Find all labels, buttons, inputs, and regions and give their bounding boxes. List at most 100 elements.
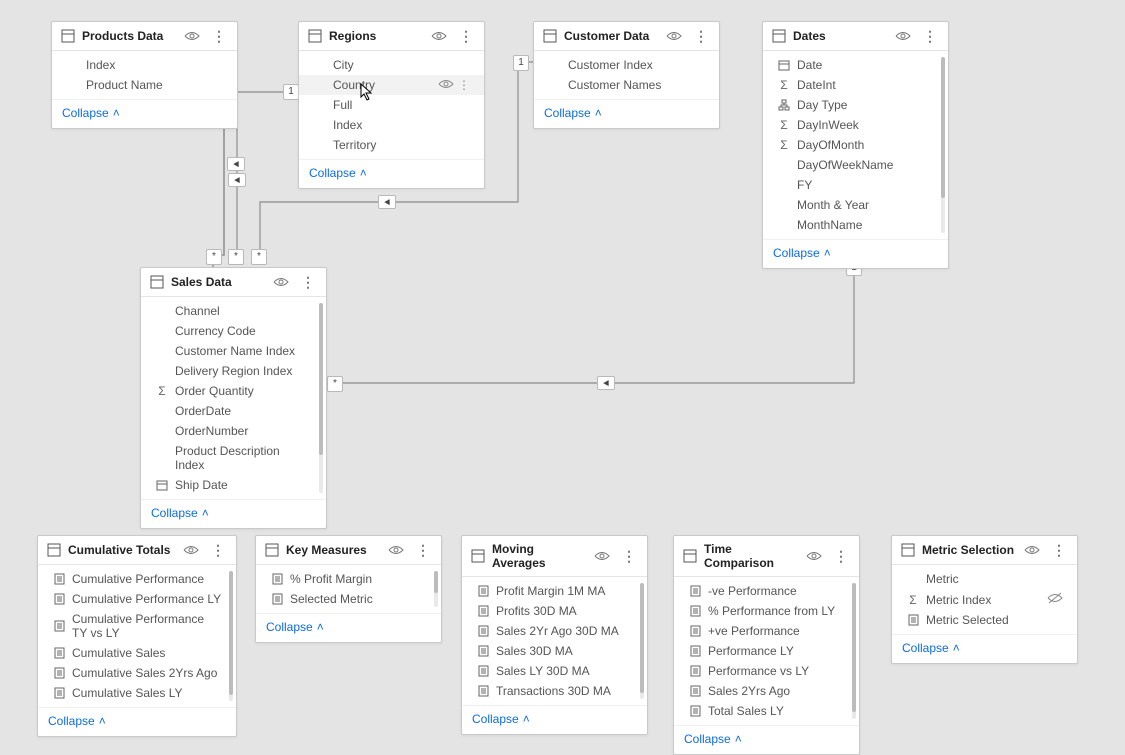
collapse-button[interactable]: Collapse˄ [462, 705, 647, 734]
visibility-icon[interactable] [892, 29, 914, 43]
more-icon[interactable]: ⋮ [831, 549, 851, 563]
scrollbar[interactable] [319, 303, 323, 493]
field-item[interactable]: MonthName [763, 215, 948, 235]
table-sales-data[interactable]: Sales Data ⋮ Channel Currency Code Custo… [140, 267, 327, 529]
field-item[interactable]: Territory [299, 135, 484, 155]
more-icon[interactable]: ⋮ [1049, 543, 1069, 557]
visibility-icon[interactable] [428, 29, 450, 43]
more-icon[interactable]: ⋮ [209, 29, 229, 43]
field-item[interactable]: Ship Date [141, 475, 326, 495]
collapse-button[interactable]: Collapse˄ [141, 499, 326, 528]
field-item[interactable]: Customer Name Index [141, 341, 326, 361]
table-header[interactable]: Time Comparison ⋮ [674, 536, 859, 577]
field-item[interactable]: Date [763, 55, 948, 75]
scrollbar[interactable] [434, 571, 438, 607]
collapse-button[interactable]: Collapse˄ [763, 239, 948, 268]
field-item[interactable]: Customer Index [534, 55, 719, 75]
table-header[interactable]: Dates ⋮ [763, 22, 948, 51]
table-header[interactable]: Regions ⋮ [299, 22, 484, 51]
field-item[interactable]: Selected Metric [256, 589, 441, 609]
field-item[interactable]: Transactions 30D MA [462, 681, 647, 701]
more-icon[interactable]: ⋮ [456, 29, 476, 43]
field-item[interactable]: Index [299, 115, 484, 135]
table-customer-data[interactable]: Customer Data ⋮ Customer Index Customer … [533, 21, 720, 129]
scrollbar[interactable] [229, 571, 233, 701]
field-item[interactable]: Cumulative Performance LY [38, 589, 236, 609]
field-item[interactable]: Profit Margin 1M MA [462, 581, 647, 601]
collapse-button[interactable]: Collapse˄ [892, 634, 1077, 663]
more-icon[interactable]: ⋮ [458, 78, 470, 92]
table-moving-averages[interactable]: Moving Averages ⋮ Profit Margin 1M MA Pr… [461, 535, 648, 735]
field-item[interactable]: Customer Names [534, 75, 719, 95]
field-item[interactable]: Profits 30D MA [462, 601, 647, 621]
field-item[interactable]: Cumulative Performance TY vs LY [38, 609, 236, 643]
scrollbar[interactable] [852, 583, 856, 719]
collapse-button[interactable]: Collapse˄ [674, 725, 859, 754]
table-header[interactable]: Sales Data ⋮ [141, 268, 326, 297]
field-item[interactable]: ΣDayInWeek [763, 115, 948, 135]
field-item[interactable]: City [299, 55, 484, 75]
field-item[interactable]: ΣMetric Index [892, 589, 1077, 610]
visibility-icon[interactable] [180, 543, 202, 557]
visibility-icon[interactable] [803, 549, 825, 563]
collapse-button[interactable]: Collapse˄ [38, 707, 236, 736]
table-header[interactable]: Key Measures ⋮ [256, 536, 441, 565]
collapse-button[interactable]: Collapse˄ [534, 99, 719, 128]
field-item[interactable]: Performance LY [674, 641, 859, 661]
table-header[interactable]: Products Data ⋮ [52, 22, 237, 51]
table-header[interactable]: Customer Data ⋮ [534, 22, 719, 51]
field-item[interactable]: ΣDateInt [763, 75, 948, 95]
field-item[interactable]: Product Name [52, 75, 237, 95]
field-item[interactable]: % Performance from LY [674, 601, 859, 621]
field-item[interactable]: FY [763, 175, 948, 195]
visibility-icon[interactable] [385, 543, 407, 557]
collapse-button[interactable]: Collapse˄ [52, 99, 237, 128]
table-regions[interactable]: Regions ⋮ City Country ⋮ Full Index Terr… [298, 21, 485, 189]
field-item[interactable]: Full [299, 95, 484, 115]
collapse-button[interactable]: Collapse˄ [256, 613, 441, 642]
field-item[interactable]: Currency Code [141, 321, 326, 341]
collapse-button[interactable]: Collapse˄ [299, 159, 484, 188]
field-item[interactable]: Index [52, 55, 237, 75]
more-icon[interactable]: ⋮ [298, 275, 318, 289]
field-item[interactable]: ΣOrder Quantity [141, 381, 326, 401]
table-products-data[interactable]: Products Data ⋮ Index Product Name Colla… [51, 21, 238, 129]
scrollbar[interactable] [640, 583, 644, 699]
more-icon[interactable]: ⋮ [619, 549, 639, 563]
visibility-icon[interactable] [438, 78, 454, 92]
field-item[interactable]: Sales LY 30D MA [462, 661, 647, 681]
field-item[interactable]: Total Sales LY [674, 701, 859, 721]
visibility-icon[interactable] [181, 29, 203, 43]
more-icon[interactable]: ⋮ [208, 543, 228, 557]
field-item[interactable]: Sales 2Yr Ago 30D MA [462, 621, 647, 641]
more-icon[interactable]: ⋮ [413, 543, 433, 557]
field-item[interactable]: Sales 2Yrs Ago [674, 681, 859, 701]
visibility-icon[interactable] [270, 275, 292, 289]
field-item[interactable]: Product Description Index [141, 441, 326, 475]
field-item[interactable]: Cumulative Sales 2Yrs Ago [38, 663, 236, 683]
visibility-icon[interactable] [1021, 543, 1043, 557]
table-header[interactable]: Cumulative Totals ⋮ [38, 536, 236, 565]
field-item[interactable]: Month & Year [763, 195, 948, 215]
more-icon[interactable]: ⋮ [691, 29, 711, 43]
more-icon[interactable]: ⋮ [920, 29, 940, 43]
field-item[interactable]: -ve Performance [674, 581, 859, 601]
field-item[interactable]: Performance vs LY [674, 661, 859, 681]
hidden-icon[interactable] [1047, 592, 1063, 607]
field-item[interactable]: Delivery Region Index [141, 361, 326, 381]
visibility-icon[interactable] [591, 549, 613, 563]
field-item[interactable]: Channel [141, 301, 326, 321]
field-item[interactable]: +ve Performance [674, 621, 859, 641]
field-item[interactable]: % Profit Margin [256, 569, 441, 589]
field-item[interactable]: Metric Selected [892, 610, 1077, 630]
field-item[interactable]: Cumulative Sales [38, 643, 236, 663]
table-header[interactable]: Moving Averages ⋮ [462, 536, 647, 577]
table-cumulative-totals[interactable]: Cumulative Totals ⋮ Cumulative Performan… [37, 535, 237, 737]
scrollbar[interactable] [941, 57, 945, 233]
table-metric-selection[interactable]: Metric Selection ⋮ Metric ΣMetric Index … [891, 535, 1078, 664]
field-item[interactable]: Country ⋮ [299, 75, 484, 95]
field-item[interactable]: DayOfWeekName [763, 155, 948, 175]
table-time-comparison[interactable]: Time Comparison ⋮ -ve Performance % Perf… [673, 535, 860, 755]
visibility-icon[interactable] [663, 29, 685, 43]
field-item[interactable]: ΣDayOfMonth [763, 135, 948, 155]
